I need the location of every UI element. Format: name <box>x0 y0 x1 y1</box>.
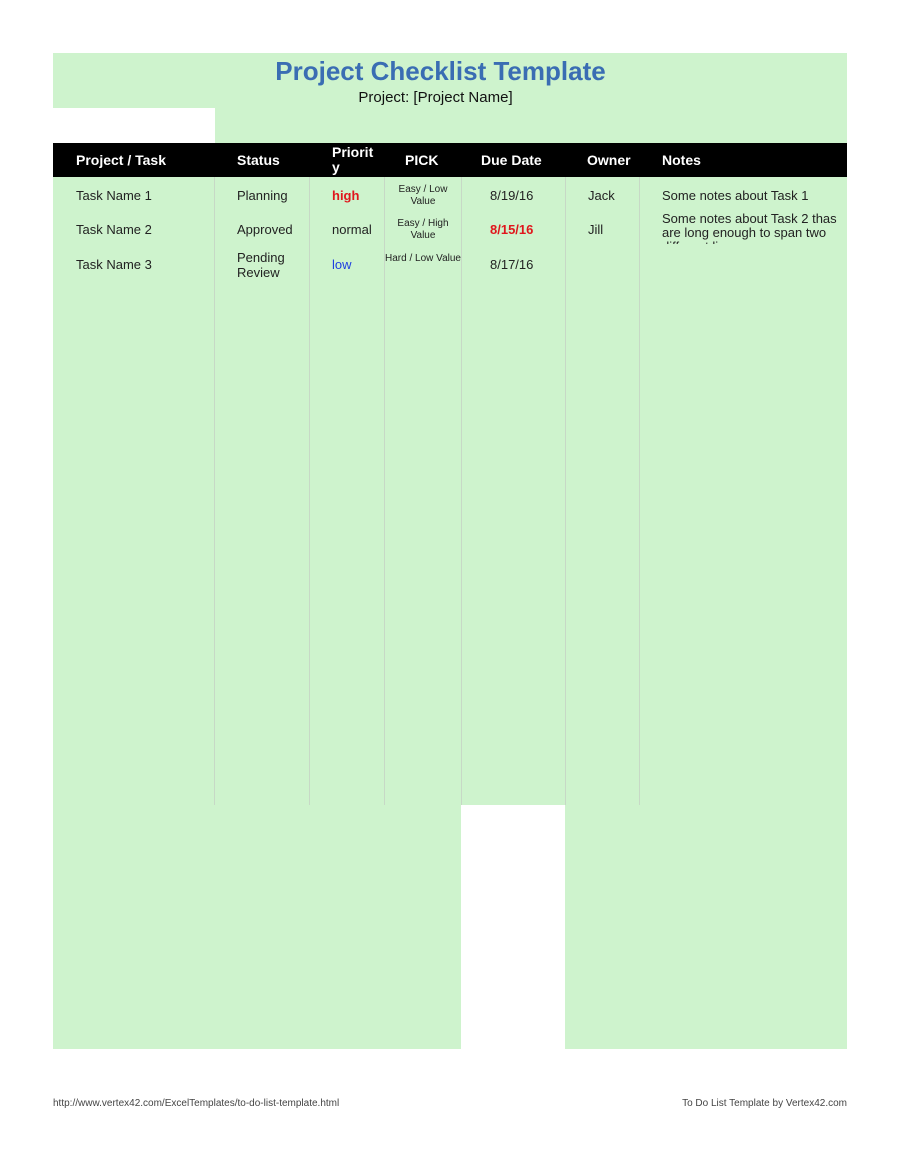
task-name[interactable]: Task Name 1 <box>76 188 152 203</box>
task-status[interactable]: Pending Review <box>237 250 297 280</box>
task-priority[interactable]: normal <box>332 222 372 237</box>
task-priority[interactable]: low <box>332 257 352 272</box>
task-name[interactable]: Task Name 3 <box>76 257 152 272</box>
footer-url[interactable]: http://www.vertex42.com/ExcelTemplates/t… <box>53 1098 339 1109</box>
col-header-owner[interactable]: Owner <box>587 143 631 177</box>
task-pick[interactable]: Easy / High Value <box>385 218 461 242</box>
task-notes[interactable]: Some notes about Task 2 thas are long en… <box>662 212 847 244</box>
table-body <box>53 177 847 805</box>
task-priority[interactable]: high <box>332 188 359 203</box>
column-divider <box>384 177 385 805</box>
title-band-lower <box>215 108 847 143</box>
col-header-due-date[interactable]: Due Date <box>481 143 542 177</box>
task-name[interactable]: Task Name 2 <box>76 222 152 237</box>
table-header: Project / Task Status Priorit y PICK Due… <box>53 143 847 177</box>
task-due-date[interactable]: 8/19/16 <box>490 188 533 203</box>
col-header-status[interactable]: Status <box>237 143 280 177</box>
column-divider <box>461 177 462 805</box>
task-status[interactable]: Approved <box>237 222 293 237</box>
bottom-band-left <box>53 805 461 1049</box>
col-header-task[interactable]: Project / Task <box>76 143 166 177</box>
task-status[interactable]: Planning <box>237 188 288 203</box>
col-header-priority[interactable]: Priorit y <box>332 143 380 179</box>
column-divider <box>639 177 640 805</box>
project-name: Project: [Project Name] <box>358 89 513 106</box>
bottom-band-right <box>565 805 847 1049</box>
col-header-notes[interactable]: Notes <box>662 143 701 177</box>
task-due-date[interactable]: 8/17/16 <box>490 257 533 272</box>
task-notes[interactable]: Some notes about Task 1 <box>662 188 808 203</box>
task-owner[interactable]: Jill <box>588 222 603 237</box>
task-pick[interactable]: Hard / Low Value <box>385 253 461 265</box>
column-divider <box>309 177 310 805</box>
page-title: Project Checklist Template <box>275 56 606 86</box>
task-owner[interactable]: Jack <box>588 188 615 203</box>
footer-credit: To Do List Template by Vertex42.com <box>682 1098 847 1109</box>
task-pick[interactable]: Easy / Low Value <box>385 184 461 208</box>
task-due-date[interactable]: 8/15/16 <box>490 222 533 237</box>
col-header-pick[interactable]: PICK <box>405 143 438 177</box>
column-divider <box>565 177 566 805</box>
column-divider <box>214 177 215 805</box>
